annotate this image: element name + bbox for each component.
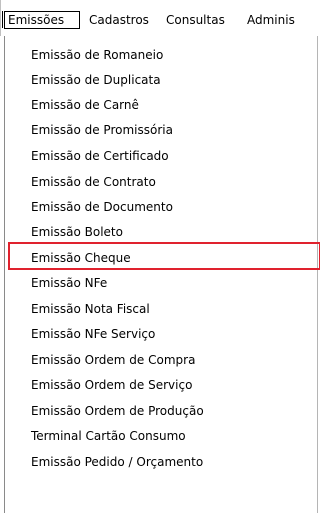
menu-item-emissao-nfe[interactable]: Emissão NFe: [31, 272, 107, 294]
menu-cadastros[interactable]: Cadastros: [86, 11, 152, 29]
menu-item-emissao-contrato[interactable]: Emissão de Contrato: [31, 171, 156, 193]
menu-item-emissao-nota-fiscal[interactable]: Emissão Nota Fiscal: [31, 298, 150, 320]
menu-consultas[interactable]: Consultas: [163, 11, 228, 29]
menu-item-emissao-promissoria[interactable]: Emissão de Promissória: [31, 119, 173, 141]
menu-item-emissao-ordem-servico[interactable]: Emissão Ordem de Serviço: [31, 374, 192, 396]
menu-item-emissao-nfe-servico[interactable]: Emissão NFe Serviço: [31, 323, 155, 345]
menu-item-emissao-pedido-orcamento[interactable]: Emissão Pedido / Orçamento: [31, 451, 203, 473]
window-edge: [0, 0, 1, 36]
menubar-separator: [2, 11, 3, 28]
menu-item-emissao-ordem-compra[interactable]: Emissão Ordem de Compra: [31, 349, 195, 371]
menu-item-emissao-ordem-producao[interactable]: Emissão Ordem de Produção: [31, 400, 204, 422]
menu-item-terminal-cartao-consumo[interactable]: Terminal Cartão Consumo: [31, 425, 186, 447]
menu-item-emissao-romaneio[interactable]: Emissão de Romaneio: [31, 44, 163, 66]
menu-bar: Emissões Cadastros Consultas Adminis: [0, 0, 320, 36]
menu-administracao[interactable]: Adminis: [244, 11, 298, 29]
menu-item-emissao-certificado[interactable]: Emissão de Certificado: [31, 145, 169, 167]
menu-item-emissao-duplicata[interactable]: Emissão de Duplicata: [31, 69, 161, 91]
dropdown-left-border: [4, 36, 5, 513]
menu-item-emissao-boleto[interactable]: Emissão Boleto: [31, 221, 123, 243]
emissoes-dropdown-menu: Emissão de Romaneio Emissão de Duplicata…: [4, 36, 320, 513]
menu-item-emissao-documento[interactable]: Emissão de Documento: [31, 196, 173, 218]
highlight-annotation-box: [8, 242, 320, 270]
menu-emissoes[interactable]: Emissões: [4, 11, 80, 29]
menu-item-emissao-carne[interactable]: Emissão de Carnê: [31, 94, 139, 116]
menu-icon-gutter: [5, 36, 32, 513]
